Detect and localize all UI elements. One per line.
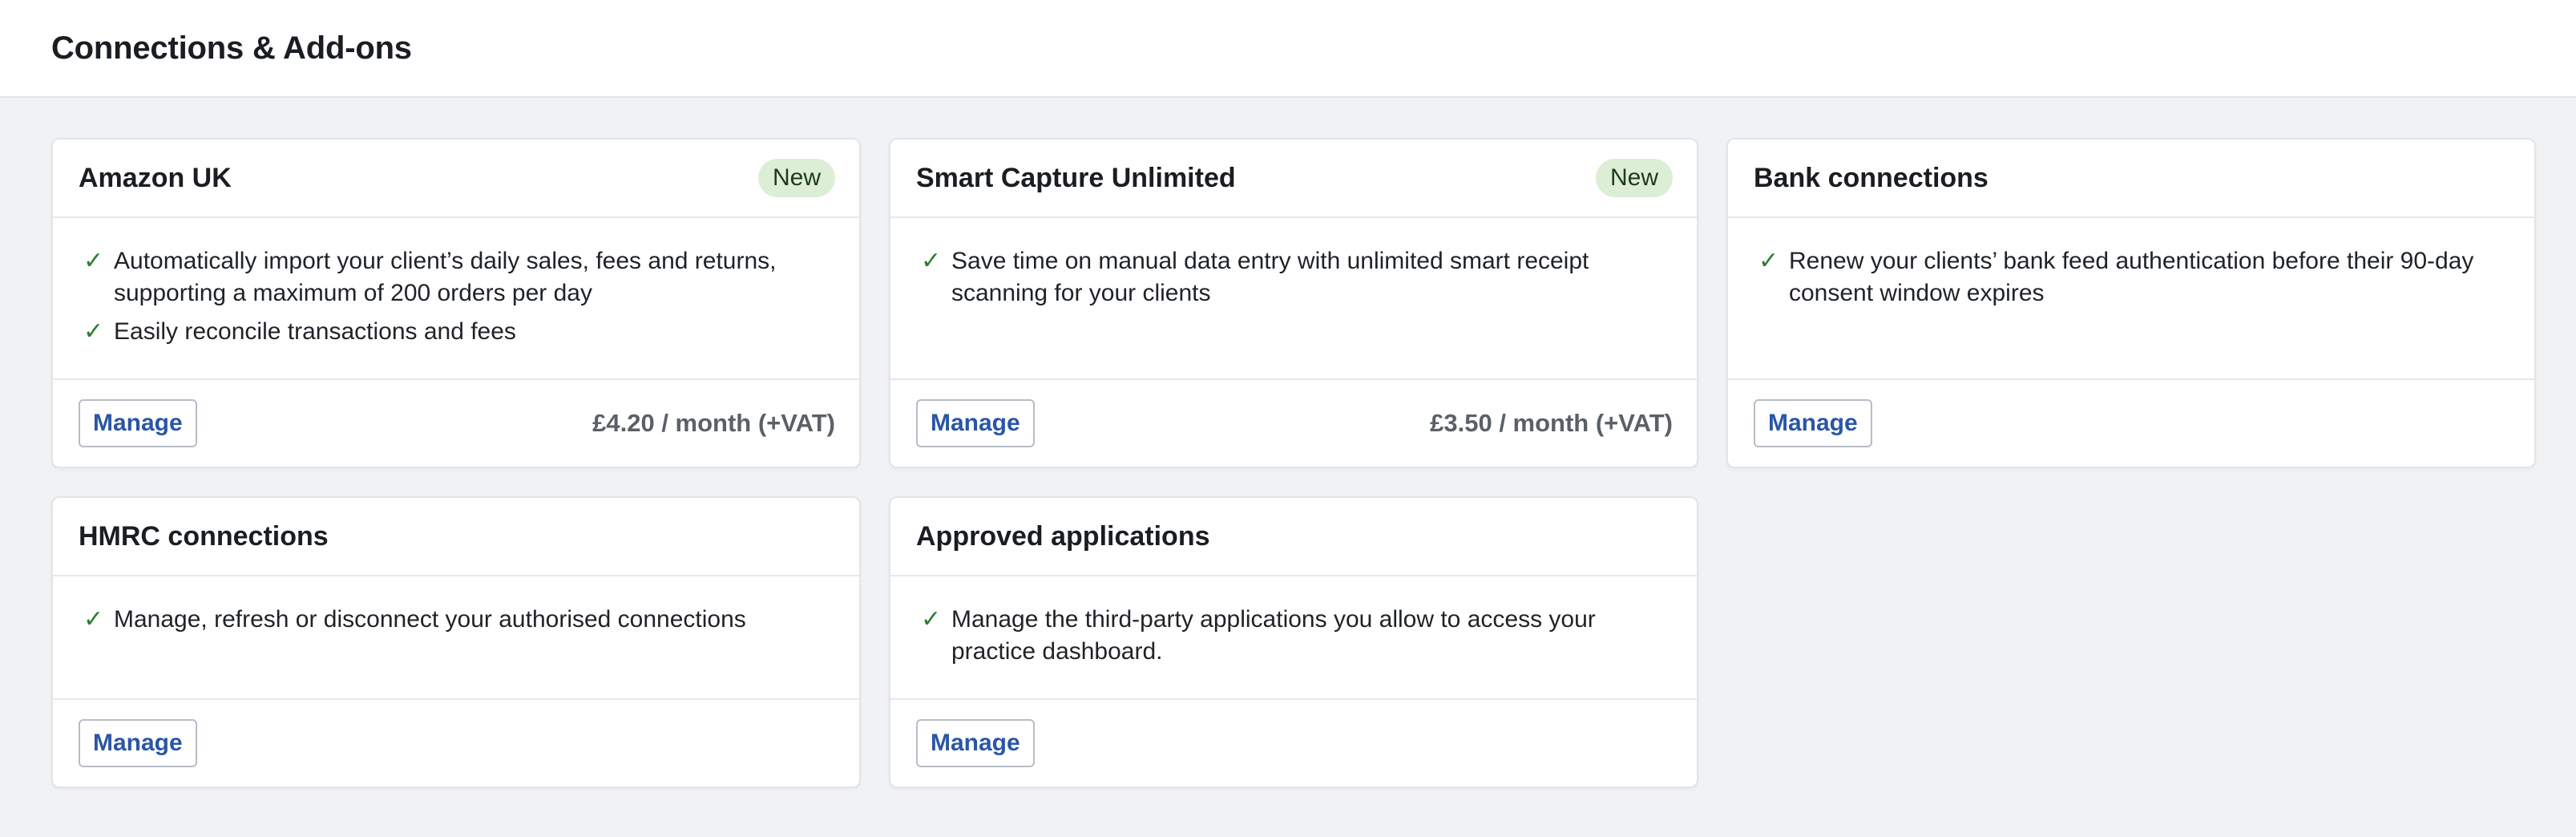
feature-item: ✓ Renew your clients’ bank feed authenti… [1754, 245, 2509, 309]
manage-hmrc-connections-button[interactable]: Manage [79, 719, 197, 767]
manage-bank-connections-button[interactable]: Manage [1754, 399, 1872, 447]
card-title: Bank connections [1754, 162, 1989, 193]
card-amazon-uk: Amazon UK New ✓ Automatically import you… [51, 138, 861, 468]
check-icon: ✓ [921, 248, 942, 274]
card-body: ✓ Automatically import your client’s dai… [53, 218, 859, 380]
card-hmrc-connections: HMRC connections ✓ Manage, refresh or di… [51, 496, 861, 788]
feature-text: Save time on manual data entry with unli… [951, 248, 1589, 306]
check-icon: ✓ [921, 606, 942, 633]
check-icon: ✓ [83, 606, 104, 633]
feature-item: ✓ Manage the third-party applications yo… [916, 604, 1671, 668]
card-header: Bank connections [1728, 140, 2534, 218]
feature-text: Renew your clients’ bank feed authentica… [1789, 248, 2474, 306]
card-body: ✓ Save time on manual data entry with un… [890, 218, 1697, 380]
card-title: Smart Capture Unlimited [916, 162, 1236, 193]
new-badge: New [757, 159, 835, 197]
card-footer: Manage £4.20 / month (+VAT) [53, 380, 859, 467]
card-footer: Manage [890, 700, 1697, 786]
card-header: Approved applications [890, 498, 1697, 576]
feature-item: ✓ Save time on manual data entry with un… [916, 245, 1671, 309]
feature-list: ✓ Manage the third-party applications yo… [916, 604, 1671, 668]
check-icon: ✓ [1758, 248, 1779, 274]
check-icon: ✓ [83, 248, 104, 274]
manage-approved-applications-button[interactable]: Manage [916, 719, 1035, 767]
new-badge: New [1595, 159, 1673, 197]
card-title: Approved applications [916, 520, 1210, 552]
manage-smart-capture-button[interactable]: Manage [916, 399, 1035, 447]
card-footer: Manage [53, 700, 859, 786]
price-label: £3.50 / month (+VAT) [1430, 409, 1673, 437]
card-header: HMRC connections [53, 498, 859, 576]
feature-text: Manage the third-party applications you … [951, 606, 1596, 665]
card-footer: Manage [1728, 380, 2534, 467]
card-header: Smart Capture Unlimited New [890, 140, 1697, 218]
card-body: ✓ Manage the third-party applications yo… [890, 576, 1697, 700]
check-icon: ✓ [83, 318, 104, 345]
feature-list: ✓ Renew your clients’ bank feed authenti… [1754, 245, 2509, 309]
feature-text: Easily reconcile transactions and fees [114, 318, 516, 345]
feature-item: ✓ Manage, refresh or disconnect your aut… [79, 604, 834, 636]
feature-list: ✓ Manage, refresh or disconnect your aut… [79, 604, 834, 636]
card-smart-capture-unlimited: Smart Capture Unlimited New ✓ Save time … [889, 138, 1698, 468]
page-header: Connections & Add-ons [0, 0, 2576, 98]
feature-text: Automatically import your client’s daily… [114, 248, 777, 306]
card-title: Amazon UK [79, 162, 232, 193]
card-bank-connections: Bank connections ✓ Renew your clients’ b… [1726, 138, 2536, 468]
card-title: HMRC connections [79, 520, 329, 552]
feature-text: Manage, refresh or disconnect your autho… [114, 606, 746, 633]
manage-amazon-uk-button[interactable]: Manage [79, 399, 197, 447]
card-approved-applications: Approved applications ✓ Manage the third… [889, 496, 1698, 788]
feature-item: ✓ Automatically import your client’s dai… [79, 245, 834, 309]
feature-list: ✓ Automatically import your client’s dai… [79, 245, 834, 348]
page-title: Connections & Add-ons [51, 30, 412, 66]
price-label: £4.20 / month (+VAT) [592, 409, 835, 437]
feature-list: ✓ Save time on manual data entry with un… [916, 245, 1671, 309]
addons-grid: Amazon UK New ✓ Automatically import you… [0, 98, 2576, 788]
card-footer: Manage £3.50 / month (+VAT) [890, 380, 1697, 467]
card-header: Amazon UK New [53, 140, 859, 218]
feature-item: ✓ Easily reconcile transactions and fees [79, 316, 834, 348]
card-body: ✓ Renew your clients’ bank feed authenti… [1728, 218, 2534, 380]
card-body: ✓ Manage, refresh or disconnect your aut… [53, 576, 859, 700]
